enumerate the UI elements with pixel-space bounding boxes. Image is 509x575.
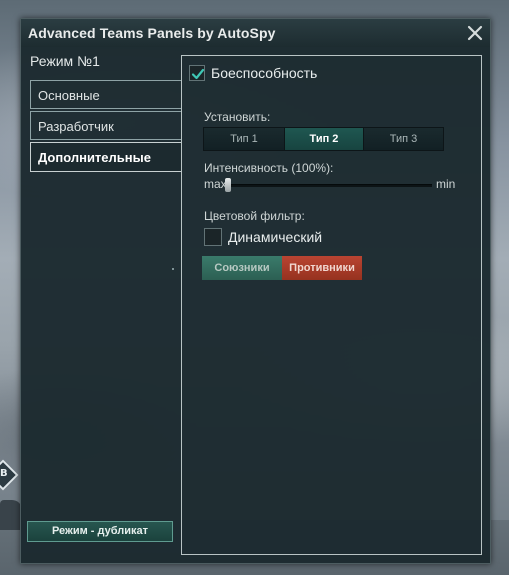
dynamic-checkbox[interactable] xyxy=(204,228,222,246)
type-3-button[interactable]: Тип 3 xyxy=(364,128,443,150)
sidebar-tab-basic[interactable]: Основные xyxy=(30,80,182,109)
type-selector: Тип 1 Тип 2 Тип 3 xyxy=(203,127,444,151)
sidebar-tab-label: Дополнительные xyxy=(38,150,151,165)
sidebar-tab-developer[interactable]: Разработчик xyxy=(30,111,182,140)
intensity-label: Интенсивность (100%): xyxy=(204,161,334,175)
type-1-button[interactable]: Тип 1 xyxy=(204,128,284,150)
additional-settings-panel: Боеспособность Установить: Тип 1 Тип 2 Т… xyxy=(181,55,482,555)
close-button[interactable] xyxy=(465,23,485,43)
sidebar-tab-label: Основные xyxy=(38,88,100,103)
dynamic-checkbox-label: Динамический xyxy=(228,229,323,245)
close-icon xyxy=(467,25,483,41)
slider-max-label: max xyxy=(204,177,227,191)
install-label: Установить: xyxy=(204,110,271,124)
background-island xyxy=(0,500,22,530)
window-title: Advanced Teams Panels by AutoSpy xyxy=(28,25,276,41)
enemies-color-button[interactable]: Противники xyxy=(282,256,362,280)
window-titlebar[interactable]: Advanced Teams Panels by AutoSpy xyxy=(21,19,490,47)
combat-checkbox-label: Боеспособность xyxy=(211,65,318,81)
sidebar-tab-label: Разработчик xyxy=(38,119,114,134)
separator-dot xyxy=(172,268,174,270)
mode-title: Режим №1 xyxy=(30,53,100,69)
duplicate-mode-button[interactable]: Режим - дубликат xyxy=(27,521,173,542)
settings-window: Advanced Teams Panels by AutoSpy Режим №… xyxy=(20,18,491,564)
sidebar-tab-additional[interactable]: Дополнительные xyxy=(30,142,181,172)
capture-point-label: B xyxy=(0,468,8,479)
slider-thumb[interactable] xyxy=(225,178,231,192)
combat-checkbox[interactable] xyxy=(189,65,205,81)
intensity-slider: max min xyxy=(204,177,455,193)
color-filter-label: Цветовой фильтр: xyxy=(204,209,305,223)
allies-color-button[interactable]: Союзники xyxy=(202,256,282,280)
checkmark-icon xyxy=(191,68,205,80)
slider-track[interactable] xyxy=(230,184,432,187)
type-2-button[interactable]: Тип 2 xyxy=(284,128,364,150)
slider-min-label: min xyxy=(436,177,456,191)
